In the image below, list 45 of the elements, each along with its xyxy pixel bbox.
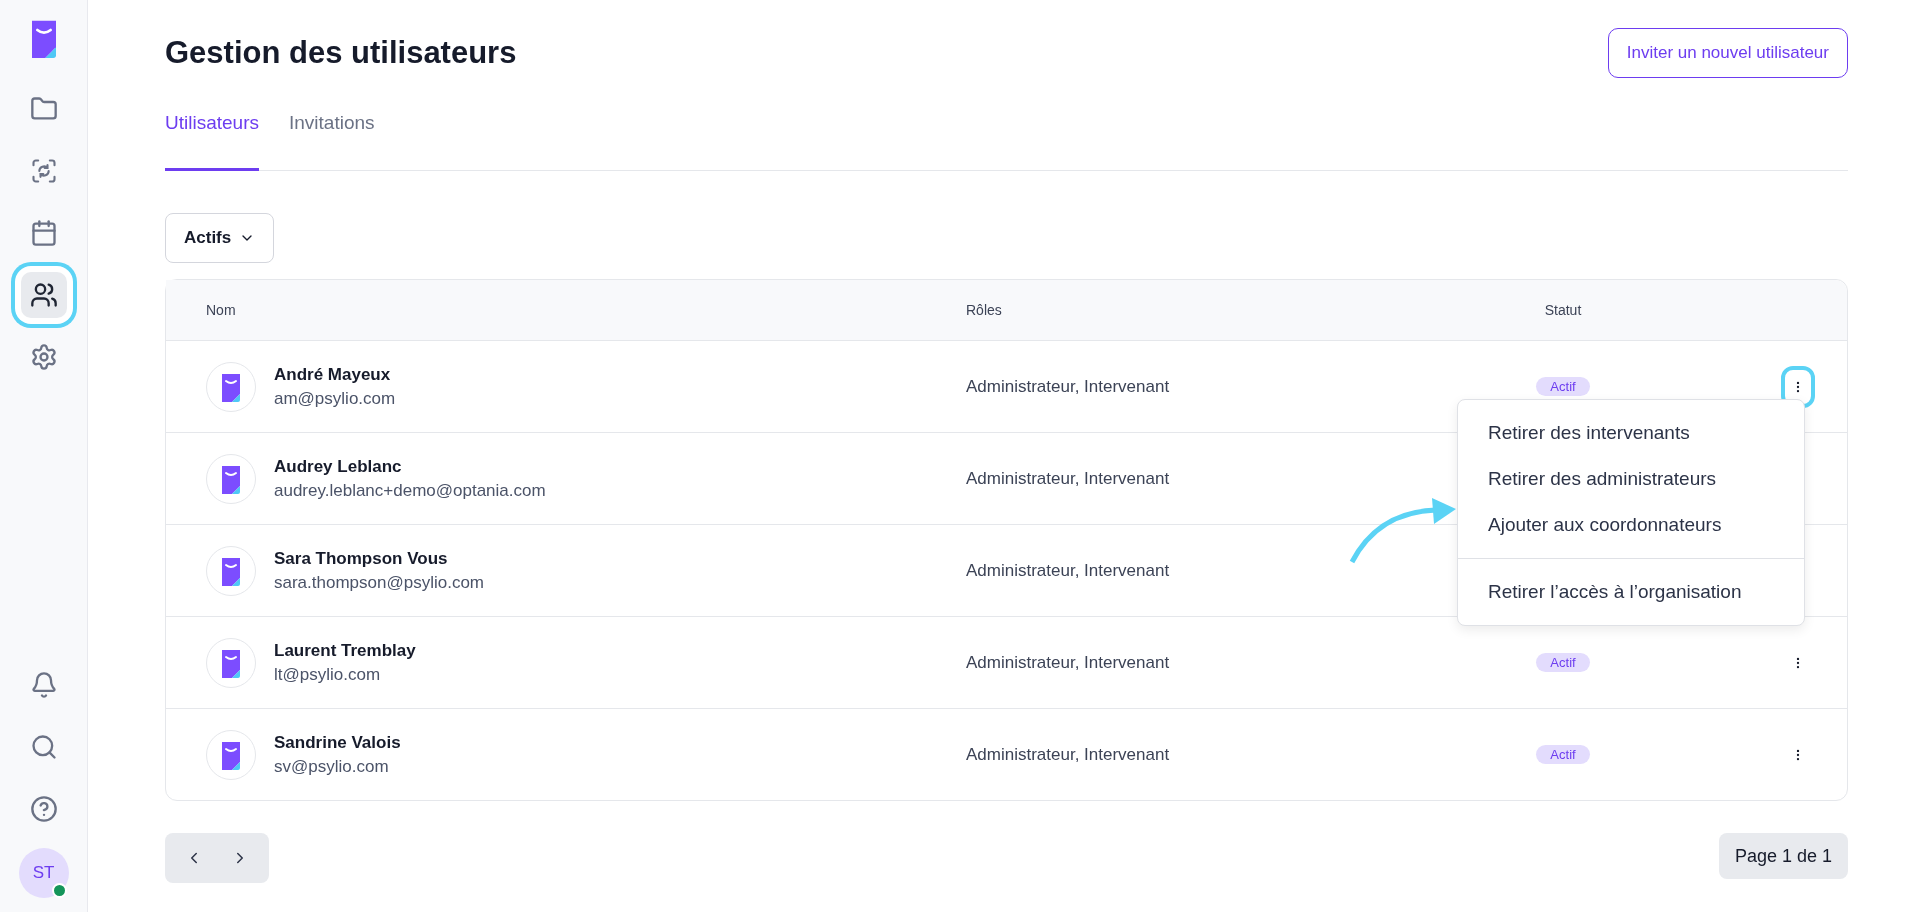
- status-badge: Actif: [1536, 745, 1590, 764]
- app-logo: [219, 647, 243, 678]
- menu-item[interactable]: Retirer des administrateurs: [1458, 456, 1804, 502]
- app-logo: [219, 739, 243, 770]
- user-name: Laurent Tremblay: [274, 640, 416, 661]
- tab[interactable]: Utilisateurs: [165, 112, 259, 171]
- column-header: Nom: [166, 280, 966, 341]
- menu-item[interactable]: Ajouter aux coordonnateurs: [1458, 502, 1804, 548]
- status-filter-dropdown[interactable]: Actifs: [165, 213, 275, 263]
- user-name: André Mayeux: [274, 364, 392, 385]
- invite-user-button[interactable]: Inviter un nouvel utilisateur: [1607, 28, 1848, 78]
- page-title: Gestion des utilisateurs: [165, 35, 517, 71]
- user-roles: Administrateur, Intervenant: [966, 652, 1170, 673]
- users-icon: [29, 281, 58, 309]
- user-avatar[interactable]: ST: [18, 848, 69, 898]
- app-logo: [219, 555, 243, 586]
- bell-icon: [29, 671, 58, 699]
- user-name: Sara Thompson Vous: [274, 548, 449, 569]
- user-email: sara.thompson@psylio.com: [274, 572, 484, 593]
- user-name: Sandrine Valois: [274, 732, 401, 753]
- app-logo: [219, 463, 243, 494]
- settings-icon: [29, 343, 58, 371]
- user-roles: Administrateur, Intervenant: [966, 468, 1170, 489]
- menu-item[interactable]: Retirer l’accès à l’organisation: [1458, 569, 1804, 615]
- scan-icon: [29, 157, 58, 185]
- tab[interactable]: Invitations: [289, 112, 375, 171]
- menu-item[interactable]: Retirer des intervenants: [1458, 410, 1804, 456]
- status-badge: Actif: [1536, 377, 1590, 396]
- status-badge: Actif: [1536, 653, 1590, 672]
- user-roles: Administrateur, Intervenant: [966, 376, 1170, 397]
- search-icon: [29, 733, 58, 761]
- user-email: sv@psylio.com: [274, 756, 390, 777]
- user-roles: Administrateur, Intervenant: [966, 744, 1170, 765]
- column-header: Rôles: [966, 280, 1486, 341]
- page-indicator: Page 1 de 1: [1718, 833, 1848, 879]
- column-header: Statut: [1486, 280, 1640, 341]
- user-email: audrey.leblanc+demo@optania.com: [274, 480, 546, 501]
- app-logo: [219, 371, 243, 402]
- user-roles: Administrateur, Intervenant: [966, 560, 1170, 581]
- help-icon: [29, 795, 58, 823]
- folder-icon: [29, 95, 58, 123]
- user-email: lt@psylio.com: [274, 664, 382, 685]
- user-email: am@psylio.com: [274, 388, 396, 409]
- calendar-icon: [29, 219, 58, 247]
- user-name: Audrey Leblanc: [274, 456, 403, 477]
